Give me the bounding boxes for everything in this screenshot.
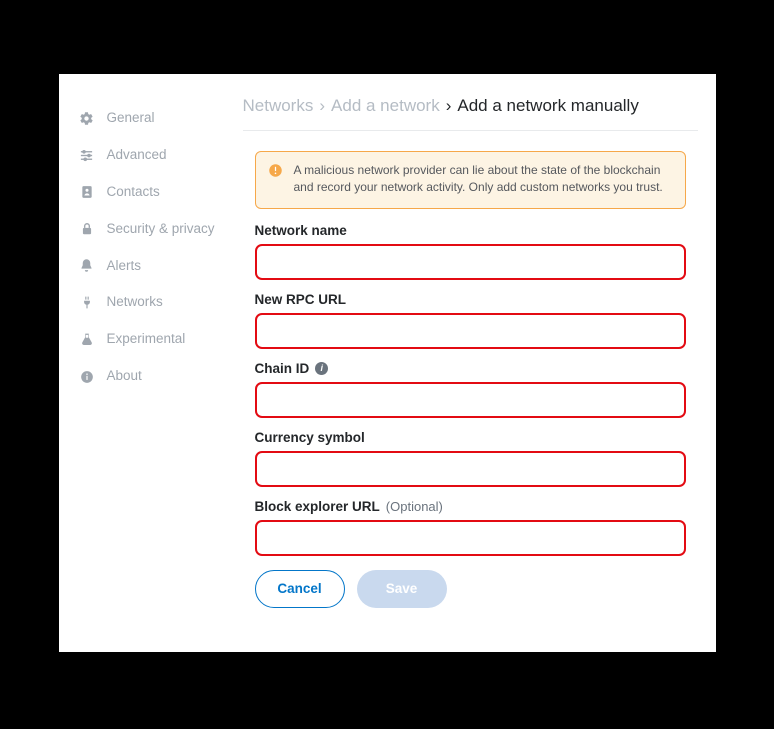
chain-id-info-icon[interactable]: i: [315, 362, 328, 375]
sidebar-item-alerts[interactable]: Alerts: [79, 248, 229, 285]
cancel-button[interactable]: Cancel: [255, 570, 345, 608]
main-content: Networks › Add a network › Add a network…: [229, 74, 716, 652]
breadcrumb-networks[interactable]: Networks: [243, 96, 314, 116]
flask-icon: [79, 332, 95, 348]
sidebar-item-networks[interactable]: Networks: [79, 284, 229, 321]
sidebar: General Advanced Contacts Security & pri…: [59, 74, 229, 652]
sidebar-item-label: General: [107, 110, 155, 127]
gear-icon: [79, 110, 95, 126]
chevron-right-icon: ›: [319, 96, 325, 116]
field-network-name: Network name: [255, 223, 686, 280]
add-network-form: A malicious network provider can lie abo…: [243, 131, 698, 608]
sidebar-item-label: Advanced: [107, 147, 167, 164]
label-rpc-url: New RPC URL: [255, 292, 686, 307]
settings-panel: General Advanced Contacts Security & pri…: [59, 74, 716, 652]
sidebar-item-general[interactable]: General: [79, 100, 229, 137]
block-explorer-input[interactable]: [255, 520, 686, 556]
label-currency-symbol: Currency symbol: [255, 430, 686, 445]
network-name-input[interactable]: [255, 244, 686, 280]
warning-text: A malicious network provider can lie abo…: [294, 162, 671, 196]
contacts-icon: [79, 184, 95, 200]
plug-icon: [79, 295, 95, 311]
lock-icon: [79, 221, 95, 237]
label-optional: (Optional): [386, 499, 443, 514]
sidebar-item-label: Networks: [107, 294, 163, 311]
breadcrumb-add-network[interactable]: Add a network: [331, 96, 440, 116]
field-chain-id: Chain ID i: [255, 361, 686, 418]
sidebar-item-label: Contacts: [107, 184, 160, 201]
chevron-right-icon: ›: [446, 96, 452, 116]
sliders-icon: [79, 147, 95, 163]
warning-banner: A malicious network provider can lie abo…: [255, 151, 686, 209]
sidebar-item-label: Security & privacy: [107, 221, 215, 238]
bell-icon: [79, 258, 95, 274]
breadcrumb-current: Add a network manually: [457, 96, 638, 116]
info-icon: [79, 369, 95, 385]
warning-icon: [268, 162, 284, 196]
label-chain-id: Chain ID: [255, 361, 310, 376]
field-rpc-url: New RPC URL: [255, 292, 686, 349]
field-block-explorer: Block explorer URL (Optional): [255, 499, 686, 556]
currency-symbol-input[interactable]: [255, 451, 686, 487]
breadcrumb: Networks › Add a network › Add a network…: [243, 96, 698, 131]
rpc-url-input[interactable]: [255, 313, 686, 349]
sidebar-item-label: Experimental: [107, 331, 186, 348]
save-button[interactable]: Save: [357, 570, 447, 608]
sidebar-item-label: Alerts: [107, 258, 142, 275]
sidebar-item-about[interactable]: About: [79, 358, 229, 395]
label-block-explorer: Block explorer URL: [255, 499, 380, 514]
field-currency-symbol: Currency symbol: [255, 430, 686, 487]
chain-id-input[interactable]: [255, 382, 686, 418]
sidebar-item-experimental[interactable]: Experimental: [79, 321, 229, 358]
sidebar-item-advanced[interactable]: Advanced: [79, 137, 229, 174]
sidebar-item-contacts[interactable]: Contacts: [79, 174, 229, 211]
form-buttons: Cancel Save: [255, 570, 686, 608]
label-network-name: Network name: [255, 223, 686, 238]
sidebar-item-security[interactable]: Security & privacy: [79, 211, 229, 248]
sidebar-item-label: About: [107, 368, 142, 385]
